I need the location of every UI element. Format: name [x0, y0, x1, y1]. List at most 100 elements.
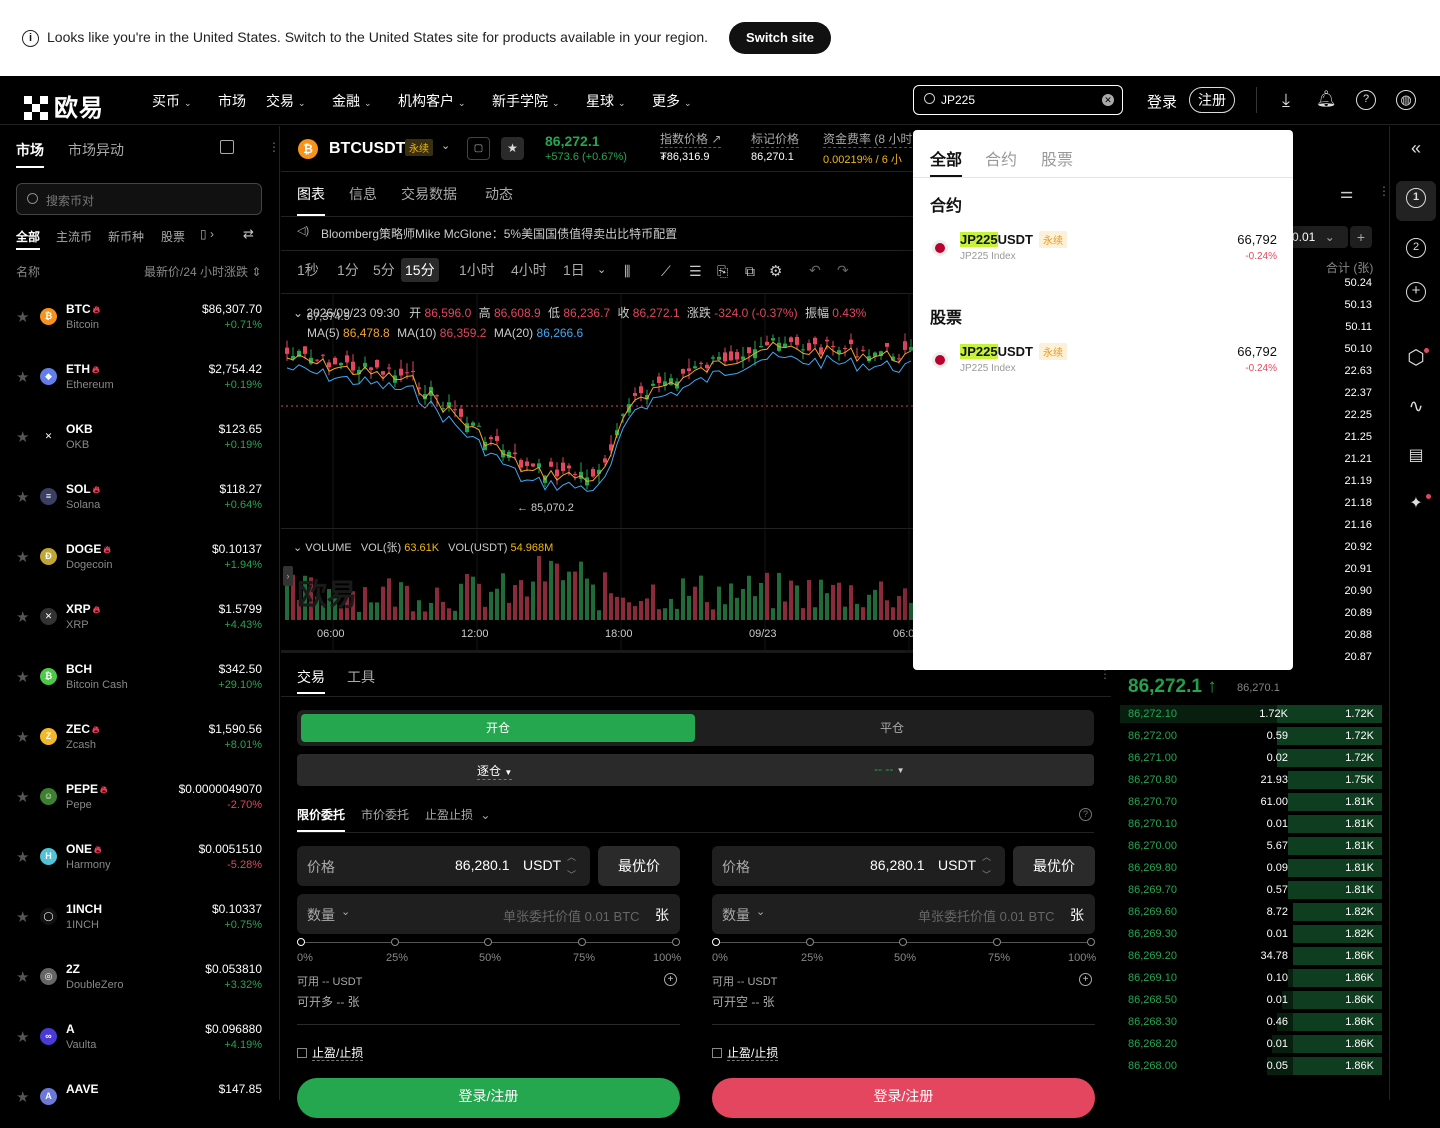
list-item[interactable]: ★ ☺ PEPE 🔥︎ Pepe $0.0000049070 -2.70% — [0, 768, 280, 828]
nav-item-4[interactable]: 机构客户 ⌄ — [398, 91, 466, 111]
price-field-0[interactable]: 价格 86,280.1 USDT ︿ ﹀ — [297, 846, 590, 886]
clear-icon[interactable]: ✕ — [1102, 94, 1114, 106]
ask-total[interactable]: 20.91 — [1344, 563, 1372, 575]
drawing-icon[interactable]: ☰ — [689, 263, 702, 280]
globe-icon[interactable]: ◍ — [1396, 90, 1416, 110]
ask-total[interactable]: 21.25 — [1344, 431, 1372, 443]
list-item[interactable]: ★ ∞ A Vaulta $0.096880 +4.19% — [0, 1008, 280, 1068]
book-icon[interactable]: ▢ — [467, 137, 490, 160]
interval-5[interactable]: 4小时 — [511, 260, 547, 280]
filter-scroll-right-icon[interactable]: ▯ › — [200, 227, 214, 241]
search-result[interactable]: JP225USDT 永续 JP225 Index 66,792 -0.24% — [913, 340, 1293, 384]
ask-total[interactable]: 50.24 — [1344, 277, 1372, 289]
ask-total[interactable]: 50.13 — [1344, 299, 1372, 311]
filter-major[interactable]: 主流币 — [56, 228, 92, 245]
login-link[interactable]: 登录 — [1147, 91, 1177, 112]
book-settings-icon[interactable]: ⚌ — [1340, 184, 1353, 202]
order-type-tpsl[interactable]: 止盈止损 ⌄ — [425, 806, 490, 823]
list-item[interactable]: ★ Z ZEC 🔥︎ Zcash $1,590.56 +8.01% — [0, 708, 280, 768]
dropdown-tab-all[interactable]: 全部 — [930, 146, 962, 170]
layout-1-icon[interactable]: 1 — [1406, 188, 1426, 208]
bid-row[interactable]: 86,270.10 0.01 1.81K — [1120, 813, 1382, 835]
ask-total[interactable]: 20.88 — [1344, 629, 1372, 641]
nav-item-0[interactable]: 买币 ⌄ — [152, 91, 192, 111]
bid-row[interactable]: 86,269.20 34.78 1.86K — [1120, 945, 1382, 967]
star-icon[interactable]: ★ — [16, 308, 29, 326]
best-price-button-0[interactable]: 最优价 — [598, 846, 680, 886]
pair-name[interactable]: BTCUSDT — [329, 140, 405, 158]
interval-3[interactable]: 15分 — [401, 258, 439, 282]
interval-dropdown-icon[interactable]: ⌄ — [597, 263, 606, 276]
bid-row[interactable]: 86,268.00 0.05 1.86K — [1120, 1055, 1382, 1077]
ask-total[interactable]: 21.19 — [1344, 475, 1372, 487]
pulse-icon[interactable]: ∿ — [1403, 394, 1429, 420]
chart-tab-2[interactable]: 交易数据 — [401, 184, 457, 204]
logo[interactable]: 欧易 — [24, 88, 104, 123]
tab-market[interactable]: 市场 — [16, 140, 44, 160]
add-funds-icon[interactable]: + — [1079, 973, 1092, 986]
interval-4[interactable]: 1小时 — [459, 260, 495, 280]
filter-stocks[interactable]: 股票 — [161, 228, 185, 245]
bid-row[interactable]: 86,268.30 0.46 1.86K — [1120, 1011, 1382, 1033]
list-item[interactable]: ★ ◆ ETH 🔥︎ Ethereum $2,754.42 +0.19% — [0, 348, 280, 408]
star-icon[interactable]: ★ — [16, 728, 29, 746]
dropdown-tab-contract[interactable]: 合约 — [985, 146, 1017, 170]
index-price-label[interactable]: 指数价格 ↗ — [660, 130, 722, 148]
star-icon[interactable]: ★ — [16, 368, 29, 386]
tools-tab[interactable]: 工具 — [347, 667, 375, 687]
chart-tab-3[interactable]: 动态 — [485, 184, 513, 204]
list-item[interactable]: ★ ₿ BTC 🔥︎ Bitcoin $86,307.70 +0.71% — [0, 288, 280, 348]
ask-total[interactable]: 20.90 — [1344, 585, 1372, 597]
add-funds-icon[interactable]: + — [664, 973, 677, 986]
bid-row[interactable]: 86,272.00 0.59 1.72K — [1120, 725, 1382, 747]
buy-login-button[interactable]: 登录/注册 — [297, 1078, 680, 1118]
swap-icon[interactable]: ⇄ — [243, 226, 254, 242]
filter-new[interactable]: 新币种 — [108, 228, 144, 245]
bid-row[interactable]: 86,269.10 0.10 1.86K — [1120, 967, 1382, 989]
candle-type-icon[interactable]: ⫼ — [624, 263, 630, 280]
bid-row[interactable]: 86,271.00 0.02 1.72K — [1120, 747, 1382, 769]
funding-rate-label[interactable]: 资金费率 (8 小时 — [823, 130, 913, 148]
close-position-tab[interactable]: 平仓 — [695, 714, 1089, 742]
star-icon[interactable]: ★ — [16, 608, 29, 626]
nav-item-6[interactable]: 星球 ⌄ — [586, 91, 626, 111]
undo-icon[interactable]: ↶ — [809, 262, 821, 279]
nav-item-3[interactable]: 金融 ⌄ — [332, 91, 372, 111]
news-ticker[interactable]: Bloomberg策略师Mike McGlone：5%美国国债值得卖出比特币配置 — [321, 225, 677, 242]
layout-icon[interactable]: ⧉ — [745, 263, 755, 280]
bid-row[interactable]: 86,269.60 8.72 1.82K — [1120, 901, 1382, 923]
plus-icon[interactable]: + — [1350, 226, 1372, 248]
collapse-panel-icon[interactable]: « — [1403, 136, 1429, 162]
star-icon[interactable]: ★ — [16, 548, 29, 566]
star-icon[interactable]: ★ — [16, 968, 29, 986]
trade-tab[interactable]: 交易 — [297, 667, 325, 687]
resize-bar[interactable] — [281, 650, 913, 653]
template-icon[interactable]: ⎘ — [717, 263, 728, 280]
document-icon[interactable]: ▤ — [1403, 444, 1429, 470]
tpsl-checkbox-1[interactable]: 止盈/止损 — [712, 1044, 779, 1061]
bid-row[interactable]: 86,269.70 0.57 1.81K — [1120, 879, 1382, 901]
bid-row[interactable]: 86,270.70 61.00 1.81K — [1120, 791, 1382, 813]
bell-icon[interactable]: 🔔︎ — [1316, 90, 1336, 110]
list-item[interactable]: ★ ₿ BCH Bitcoin Cash $342.50 +29.10% — [0, 648, 280, 708]
col-price-change[interactable]: 最新价/24 小时涨跌 ⇕ — [144, 263, 261, 280]
best-price-button-1[interactable]: 最优价 — [1013, 846, 1095, 886]
pair-search[interactable]: 搜索币对 — [16, 183, 262, 215]
redo-icon[interactable]: ↷ — [837, 262, 849, 279]
interval-0[interactable]: 1秒 — [297, 260, 319, 280]
nav-item-5[interactable]: 新手学院 ⌄ — [492, 91, 560, 111]
register-button[interactable]: 注册 — [1189, 87, 1235, 113]
star-icon[interactable]: ★ — [16, 668, 29, 686]
qty-slider-1[interactable] — [712, 938, 1095, 946]
order-type-limit[interactable]: 限价委托 — [297, 806, 345, 823]
chart-tab-1[interactable]: 信息 — [349, 184, 377, 204]
pair-dropdown-icon[interactable]: ⌄ — [441, 139, 450, 152]
switch-site-button[interactable]: Switch site — [729, 22, 831, 54]
list-item[interactable]: ★ ◯ 1INCH 1INCH $0.10337 +0.75% — [0, 888, 280, 948]
indicator-icon[interactable]: ⟋ — [661, 263, 671, 280]
nav-item-1[interactable]: 市场 — [218, 91, 246, 111]
tab-market-movers[interactable]: 市场异动 — [68, 140, 124, 160]
ask-total[interactable]: 21.21 — [1344, 453, 1372, 465]
layout-2-icon[interactable]: 2 — [1406, 238, 1426, 258]
bid-row[interactable]: 86,268.20 0.01 1.86K — [1120, 1033, 1382, 1055]
